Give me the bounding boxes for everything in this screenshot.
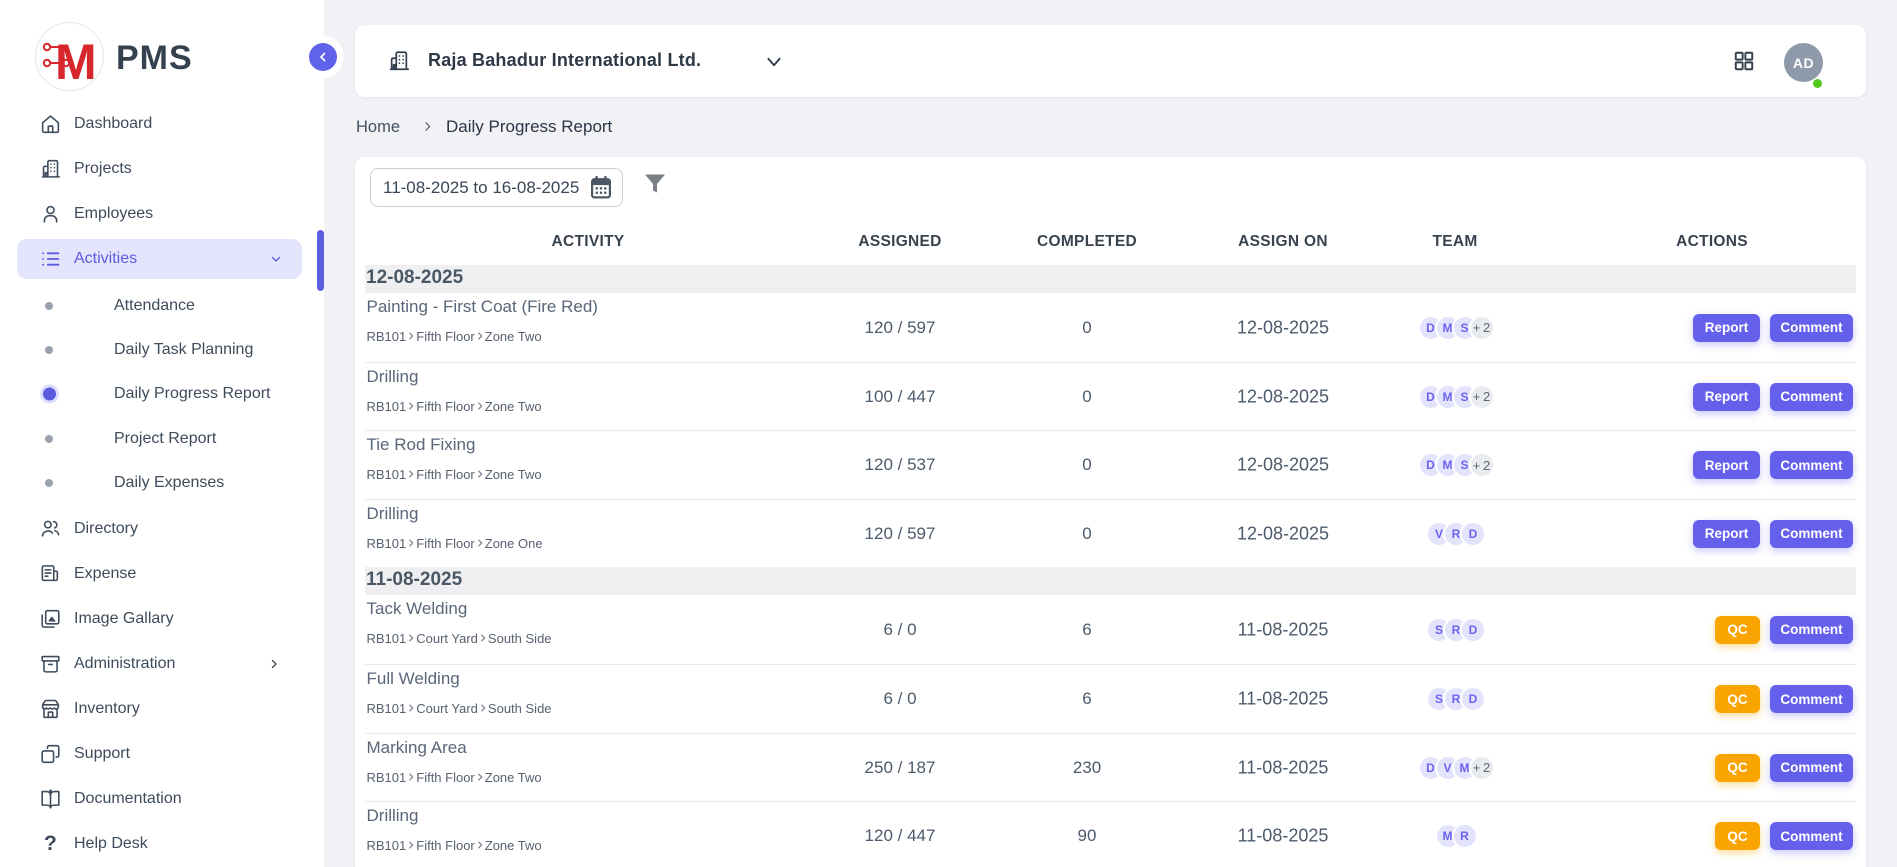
- svg-text:M: M: [55, 34, 97, 90]
